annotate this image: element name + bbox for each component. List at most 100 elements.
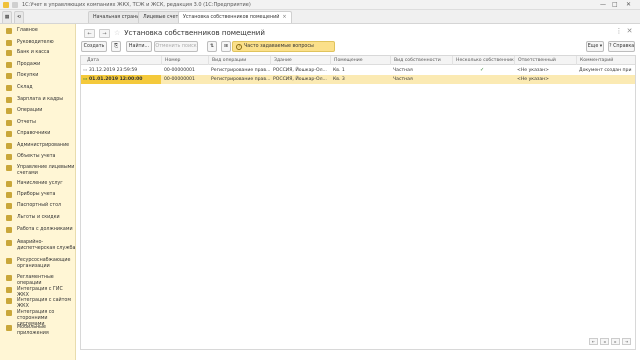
copy-icon[interactable]: ⎘	[111, 41, 121, 52]
create-button[interactable]: Создать	[81, 41, 107, 52]
section-icon	[6, 192, 12, 198]
sidebar-item-label: Приборы учета	[17, 192, 56, 197]
minimize-button[interactable]: —	[600, 0, 606, 10]
row-responsible: <Не указан>	[517, 77, 550, 82]
sidebar-item[interactable]: Склад	[0, 85, 76, 91]
document-posted-icon: ▭	[83, 68, 88, 73]
row-comment	[576, 75, 635, 84]
section-icon	[6, 120, 12, 126]
help-button[interactable]: ? Справка	[608, 41, 635, 52]
sidebar-item[interactable]: Объекты учета	[0, 154, 76, 160]
last-page-icon[interactable]: ⇥	[622, 338, 631, 345]
sidebar-item[interactable]: Руководителю	[0, 40, 76, 46]
section-icon	[6, 62, 12, 68]
col-building[interactable]: Здание	[270, 56, 330, 65]
col-multiple-owners[interactable]: Несколько собственников	[452, 56, 514, 65]
back-button[interactable]: ←	[84, 28, 95, 38]
sidebar-item[interactable]: Главное	[0, 28, 76, 34]
sidebar-item-label: Интеграция с сайтом ЖКХ	[17, 298, 71, 309]
section-icon	[6, 275, 12, 281]
col-responsible[interactable]: Ответственный	[514, 56, 576, 65]
section-icon	[6, 154, 12, 160]
section-icon	[6, 203, 12, 209]
close-window-button[interactable]: ✕	[626, 0, 631, 10]
sidebar-item[interactable]: Операции	[0, 108, 76, 114]
sidebar-item-label: Управление лицевыми счетами	[17, 165, 75, 176]
history-icon[interactable]: ⟲	[14, 11, 24, 23]
close-form-icon[interactable]: ✕	[625, 27, 634, 36]
sidebar-item[interactable]: Интеграция с сайтом ЖКХ	[0, 298, 76, 310]
sidebar-item[interactable]: Льготы и скидки	[0, 215, 76, 221]
faq-button[interactable]: ? Часто задаваемые вопросы	[232, 41, 335, 52]
sidebar-item-label: Продажи	[17, 62, 41, 67]
tab-owners[interactable]: Установка собственников помещений ×	[178, 11, 292, 23]
sidebar-item-label: Начисление услуг	[17, 181, 63, 186]
row-room: Кв. 3	[333, 77, 345, 82]
first-page-icon[interactable]: ⇤	[589, 338, 598, 345]
sidebar-item[interactable]: Паспортный стол	[0, 203, 76, 209]
page-title: Установка собственников помещений	[124, 29, 265, 37]
section-icon	[6, 165, 12, 171]
section-icon	[6, 85, 12, 91]
row-building: РОССИЯ, Йошкар-Ол...	[273, 77, 327, 82]
col-room[interactable]: Помещение	[330, 56, 390, 65]
row-responsible: <Не указан>	[517, 68, 550, 73]
sidebar-item[interactable]: Управление лицевыми счетами	[0, 165, 76, 177]
next-page-icon[interactable]: ▸	[611, 338, 620, 345]
sidebar-item[interactable]: Зарплата и кадры	[0, 97, 76, 103]
section-icon	[6, 40, 12, 46]
sidebar-item[interactable]: Работа с должниками	[0, 227, 76, 233]
prev-page-icon[interactable]: ◂	[600, 338, 609, 345]
section-icon	[6, 227, 12, 233]
row-operation: Регистрирование прав...	[211, 68, 270, 73]
section-icon	[6, 325, 12, 331]
row-date: 01.01.2019 12:00:00	[88, 77, 143, 82]
main-form: ← → ☆ Установка собственников помещений …	[77, 24, 640, 360]
sidebar-item[interactable]: Продажи	[0, 62, 76, 68]
table-row[interactable]: ▭ 31.12.2019 23:59:59 00-00000001 Регист…	[81, 66, 635, 75]
col-ownership[interactable]: Вид собственности	[390, 56, 452, 65]
section-icon	[6, 97, 12, 103]
row-room: Кв. 1	[333, 68, 345, 73]
section-icon	[6, 28, 12, 34]
sidebar-item[interactable]: Аварийно-диспетчерская служба	[0, 240, 76, 252]
row-operation: Регистрирование прав...	[211, 77, 270, 82]
tab-personal-accounts-label: Лицевые счета	[143, 15, 182, 20]
sidebar-item-label: Администрирование	[17, 143, 70, 148]
close-icon[interactable]: ×	[282, 14, 286, 20]
sidebar-item[interactable]: Справочники	[0, 131, 76, 137]
cancel-search-button[interactable]: Отменить поиск	[154, 41, 198, 52]
sidebar-item[interactable]: Ресурсоснабжающие организации	[0, 258, 76, 270]
col-number[interactable]: Номер	[161, 56, 208, 65]
sidebar-item-label: Банк и касса	[17, 50, 50, 55]
col-date[interactable]: Дата	[81, 56, 161, 65]
table-row-selected[interactable]: ▭ 01.01.2019 12:00:00 00-00000001 Регист…	[81, 75, 635, 84]
find-button[interactable]: Найти...	[126, 41, 152, 52]
section-icon	[6, 50, 12, 56]
sidebar-item[interactable]: Администрирование	[0, 143, 76, 149]
more-button[interactable]: Еще ▾	[586, 41, 604, 52]
post-icon[interactable]: ⇅	[207, 41, 217, 52]
sidebar-item-label: Регламентные операции	[17, 275, 54, 286]
col-comment[interactable]: Комментарий	[576, 56, 635, 65]
menu-icon[interactable]	[12, 2, 18, 8]
more-options-icon[interactable]: ⋮	[615, 27, 623, 36]
sidebar-item[interactable]: Приборы учета	[0, 192, 76, 198]
sidebar-item-label: Паспортный стол	[17, 203, 62, 208]
sidebar-item[interactable]: Покупки	[0, 73, 76, 79]
sidebar-item-label: Главное	[17, 28, 38, 33]
row-date: 31.12.2019 23:59:59	[88, 68, 138, 73]
documents-table[interactable]: Дата Номер Вид операции Здание Помещение…	[80, 55, 636, 350]
sidebar-item[interactable]: Банк и касса	[0, 50, 76, 56]
favorite-star-icon[interactable]: ☆	[114, 29, 120, 37]
grid-menu-icon[interactable]: ▦	[2, 11, 12, 23]
question-icon: ?	[236, 44, 242, 50]
sidebar-item[interactable]: Отчеты	[0, 120, 76, 126]
col-operation[interactable]: Вид операции	[208, 56, 270, 65]
structure-icon[interactable]: ⊞	[221, 41, 231, 52]
sidebar-item[interactable]: Мобильные приложения	[0, 325, 76, 337]
maximize-button[interactable]: □	[612, 0, 618, 10]
sidebar-item[interactable]: Начисление услуг	[0, 181, 76, 187]
sidebar-item[interactable]: Регламентные операции	[0, 275, 76, 287]
forward-button[interactable]: →	[99, 28, 110, 38]
